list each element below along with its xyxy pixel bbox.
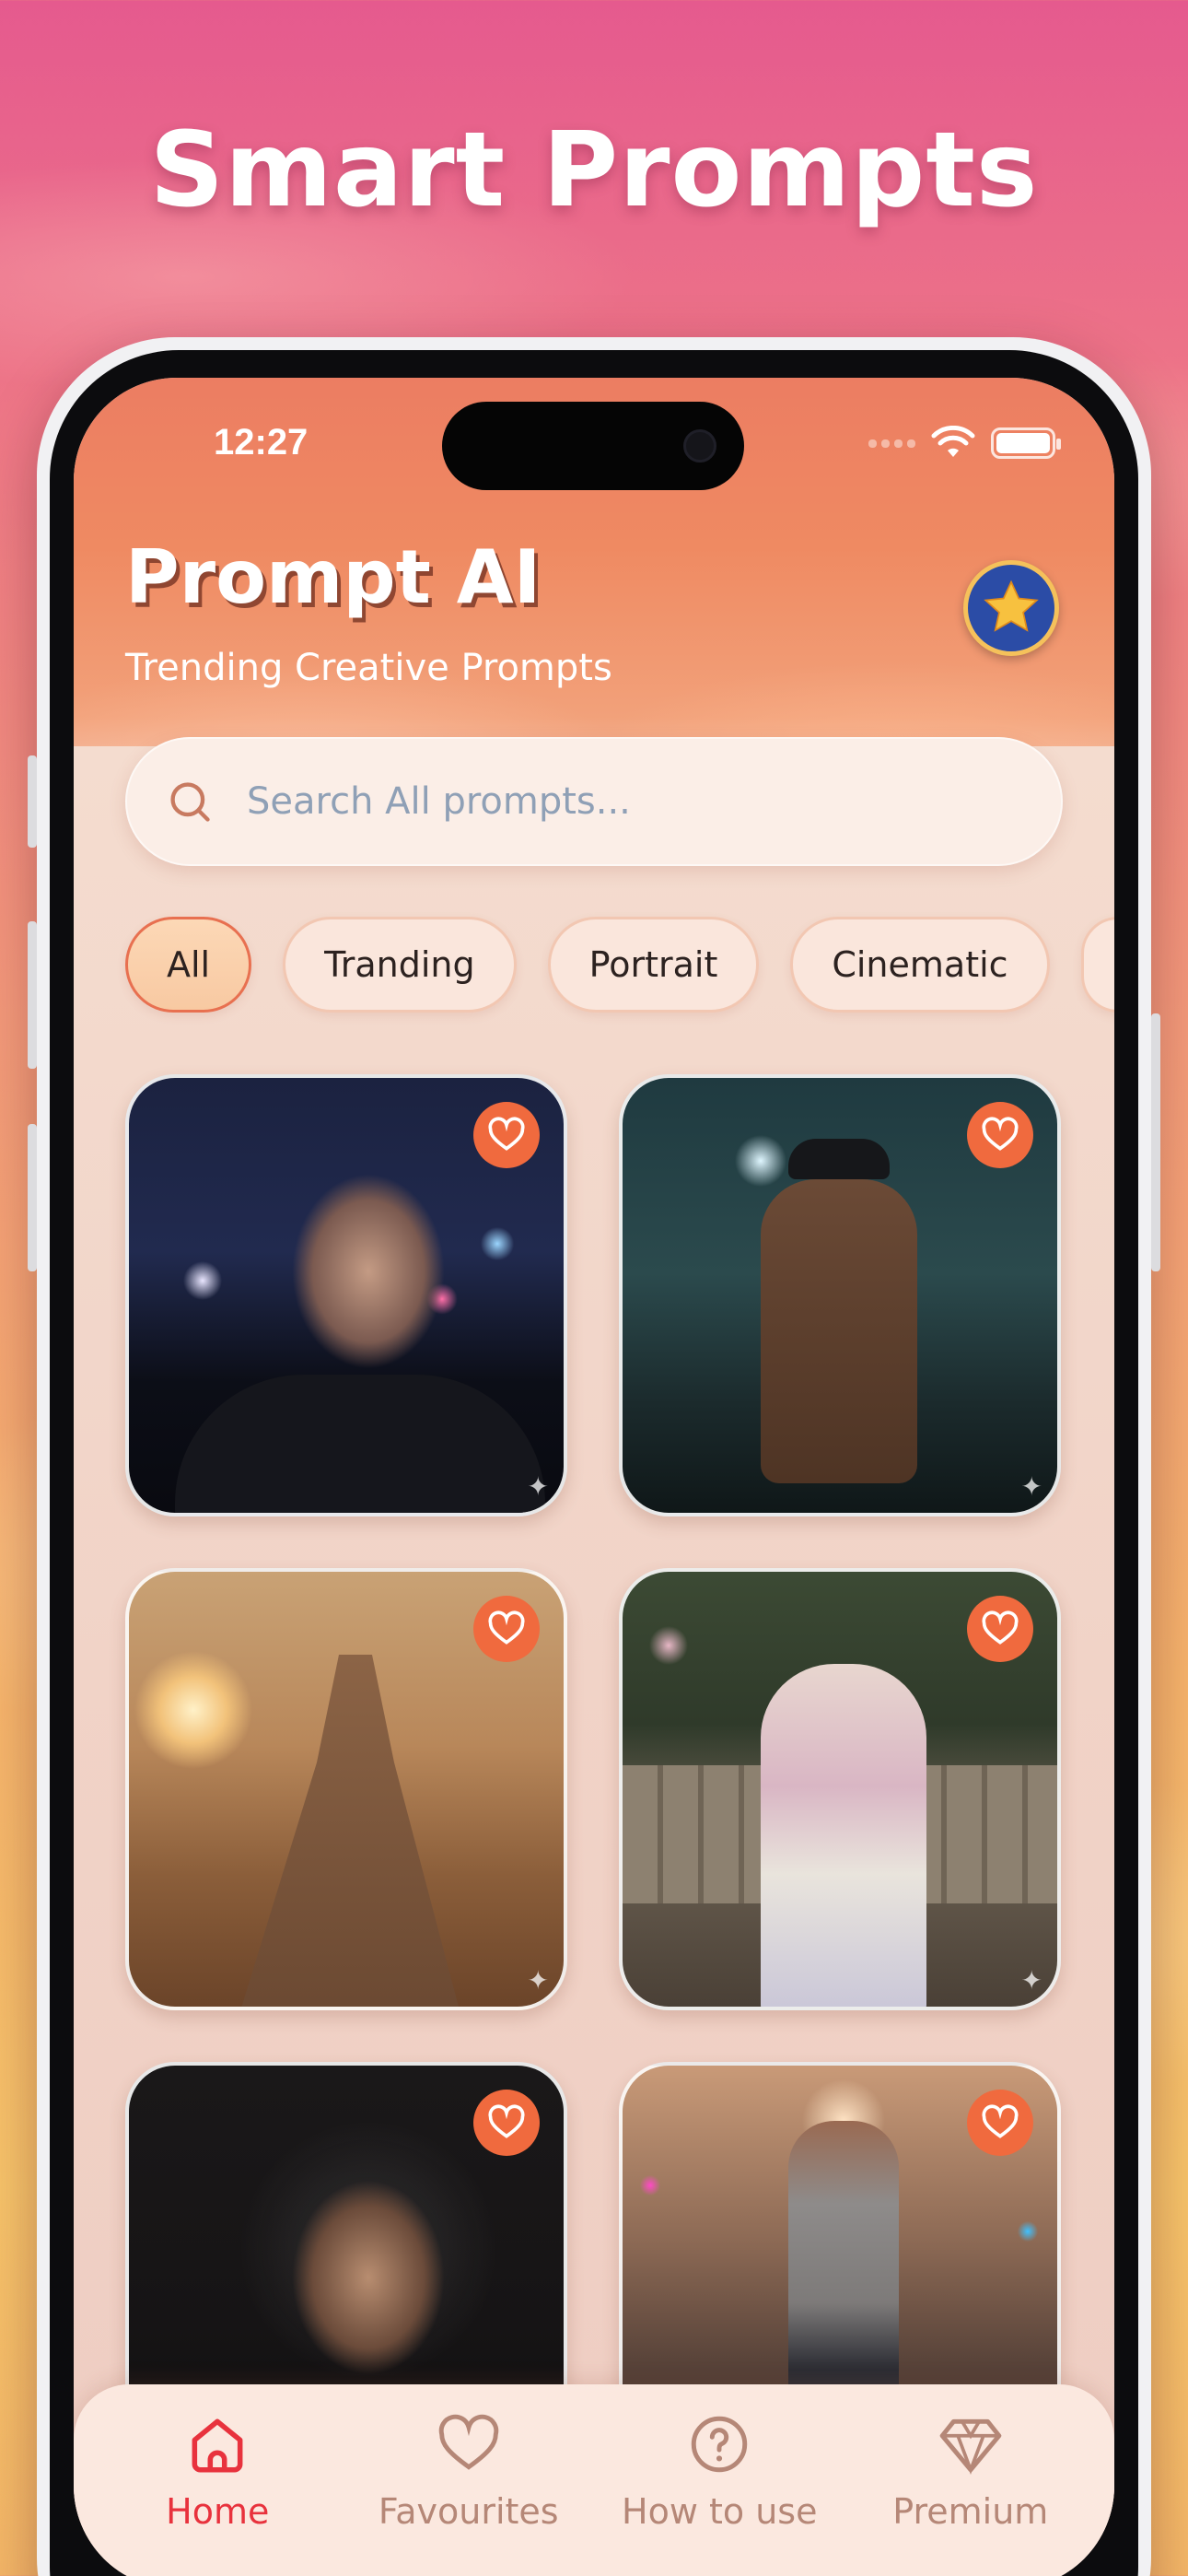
- heart-icon: [438, 2414, 498, 2470]
- dynamic-island: [442, 402, 744, 490]
- prompt-card[interactable]: ✦: [125, 1568, 567, 2010]
- premium-badge-button[interactable]: [963, 560, 1059, 656]
- phone-side-button: [28, 755, 37, 848]
- sparkle-icon: ✦: [1020, 1965, 1042, 1996]
- heart-icon: [982, 2104, 1019, 2138]
- tab-premium-label: Premium: [892, 2491, 1049, 2532]
- tab-how-to-use-label: How to use: [622, 2491, 818, 2532]
- heart-icon: [982, 1117, 1019, 1151]
- status-time: 12:27: [214, 422, 309, 463]
- prompt-card[interactable]: ✦: [619, 1568, 1061, 2010]
- favourite-button[interactable]: [967, 2090, 1033, 2156]
- signal-icon: [868, 439, 915, 448]
- bottom-tab-bar: Home Favourites How to use Premium: [74, 2384, 1114, 2576]
- tab-favourites-label: Favourites: [378, 2491, 559, 2532]
- tab-premium[interactable]: Premium: [851, 2410, 1090, 2576]
- heart-icon: [488, 1117, 525, 1151]
- filter-chip-cinematic[interactable]: Cinematic: [790, 917, 1050, 1013]
- favourite-button[interactable]: [967, 1596, 1033, 1662]
- phone-side-button: [28, 1124, 37, 1271]
- star-icon: [984, 580, 1039, 632]
- sparkle-icon: ✦: [1020, 1471, 1042, 1502]
- promo-headline: Smart Prompts: [149, 111, 1039, 230]
- status-icons: [868, 426, 1061, 461]
- sparkle-icon: ✦: [527, 1471, 549, 1502]
- heart-icon: [982, 1610, 1019, 1645]
- tab-how-to-use[interactable]: How to use: [600, 2410, 839, 2576]
- favourite-button[interactable]: [473, 2090, 540, 2156]
- home-icon: [192, 2418, 243, 2473]
- app-subtitle: Trending Creative Prompts: [125, 647, 612, 689]
- filter-chip-portrait[interactable]: Portrait: [547, 917, 760, 1013]
- filter-chip-tranding[interactable]: Tranding: [283, 917, 517, 1013]
- diamond-icon: [939, 2418, 1002, 2476]
- favourite-button[interactable]: [473, 1102, 540, 1168]
- app-title: Prompt AI: [125, 534, 542, 620]
- search-input[interactable]: [247, 780, 984, 823]
- heart-icon: [488, 2104, 525, 2138]
- sparkle-icon: ✦: [527, 1965, 549, 1996]
- prompt-card[interactable]: ✦: [125, 1074, 567, 1516]
- tab-favourites[interactable]: Favourites: [349, 2410, 588, 2576]
- tab-home[interactable]: Home: [98, 2410, 337, 2576]
- favourite-button[interactable]: [473, 1596, 540, 1662]
- search-bar[interactable]: [125, 737, 1063, 866]
- category-filters: All Tranding Portrait Cinematic: [125, 917, 1114, 1013]
- phone-side-button: [1151, 1013, 1160, 1271]
- app-screen: 12:27 Prompt AI Trending Creative Prompt…: [74, 378, 1114, 2576]
- heart-icon: [488, 1610, 525, 1645]
- phone-side-button: [28, 921, 37, 1069]
- filter-chip-all[interactable]: All: [125, 917, 252, 1013]
- filter-chip-partial[interactable]: [1080, 917, 1114, 1013]
- wifi-icon: [931, 426, 975, 457]
- help-circle-icon: [692, 2416, 748, 2473]
- search-icon: [170, 782, 210, 822]
- tab-home-label: Home: [166, 2491, 270, 2532]
- prompt-card[interactable]: ✦: [619, 1074, 1061, 1516]
- favourite-button[interactable]: [967, 1102, 1033, 1168]
- battery-icon: [991, 427, 1061, 459]
